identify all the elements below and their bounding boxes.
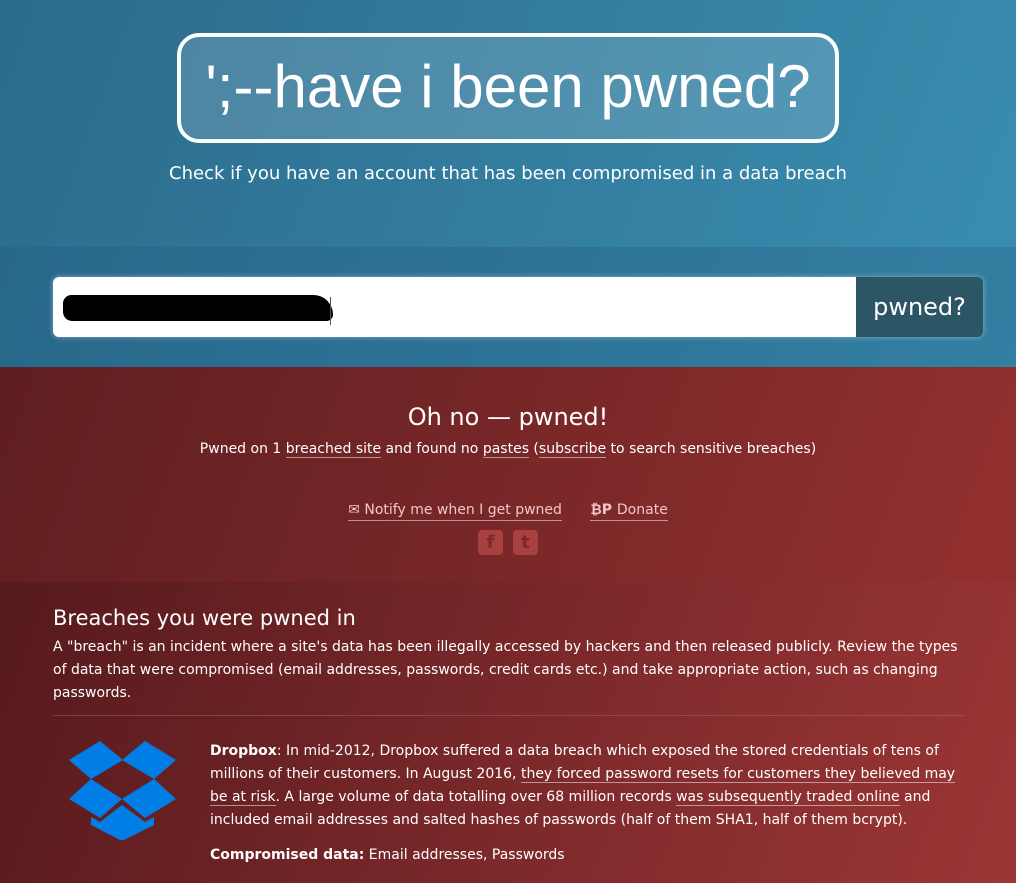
envelope-icon: ✉: [348, 502, 365, 518]
summary-text: Pwned on 1: [199, 441, 286, 457]
social-links: f t: [0, 530, 1016, 555]
search-band: pwned?: [0, 247, 1016, 367]
breach-item: Dropbox: In mid-2012, Dropbox suffered a…: [53, 740, 963, 867]
summary-text: and found no: [381, 441, 483, 457]
result-summary: Pwned on 1 breached site and found no pa…: [0, 441, 1016, 458]
result-title: Oh no — pwned!: [407, 403, 609, 431]
compromised-label: Compromised data:: [210, 847, 365, 863]
pastes-link[interactable]: pastes: [482, 441, 529, 458]
result-section: Oh no — pwned! Pwned on 1 breached site …: [0, 367, 1016, 582]
redaction-scribble: [63, 295, 333, 321]
action-links: ✉ Notify me when I get pwned ₿P Donate: [0, 501, 1016, 521]
breached-site-link[interactable]: breached site: [285, 441, 382, 458]
breach-details: Dropbox: In mid-2012, Dropbox suffered a…: [210, 740, 963, 867]
breaches-section: Breaches you were pwned in A "breach" is…: [0, 582, 1016, 883]
site-logo[interactable]: ';--have i been pwned?: [177, 33, 839, 143]
summary-text: to search sensitive breaches): [606, 441, 817, 457]
subscribe-link[interactable]: subscribe: [538, 441, 607, 458]
breach-text: . A large volume of data totalling over …: [275, 789, 677, 805]
notify-label: Notify me when I get pwned: [364, 502, 562, 518]
breaches-title: Breaches you were pwned in: [53, 606, 356, 630]
donate-link[interactable]: ₿P Donate: [590, 502, 668, 521]
compromised-data: Compromised data: Email addresses, Passw…: [210, 844, 963, 867]
tagline: Check if you have an account that has be…: [169, 163, 847, 184]
pwned-button[interactable]: pwned?: [856, 277, 983, 337]
notify-link[interactable]: ✉ Notify me when I get pwned: [348, 502, 562, 521]
traded-online-link[interactable]: was subsequently traded online: [676, 789, 900, 806]
summary-text: (: [528, 441, 539, 457]
text-caret: [330, 297, 331, 325]
account-input[interactable]: [53, 277, 856, 337]
dropbox-logo-icon: [69, 741, 176, 840]
breach-description: Dropbox: In mid-2012, Dropbox suffered a…: [210, 740, 963, 832]
breaches-description: A "breach" is an incident where a site's…: [53, 636, 963, 716]
twitter-icon[interactable]: t: [513, 530, 538, 555]
breach-name: Dropbox: [210, 743, 277, 759]
search-form: pwned?: [53, 277, 983, 337]
bitcoin-paypal-icon: ₿P: [590, 502, 617, 518]
compromised-values: Email addresses, Passwords: [364, 847, 565, 863]
facebook-icon[interactable]: f: [478, 530, 503, 555]
hero: ';--have i been pwned? Check if you have…: [0, 0, 1016, 247]
donate-label: Donate: [616, 502, 668, 518]
